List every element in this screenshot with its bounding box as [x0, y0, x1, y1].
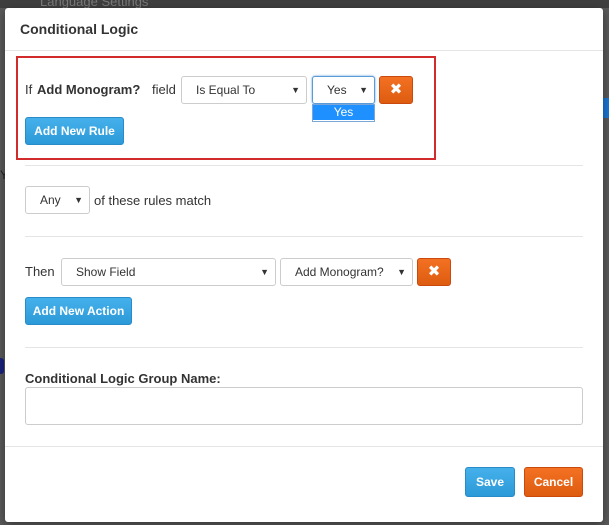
chevron-down-icon: ▼ — [260, 267, 269, 277]
rule-operator-select[interactable]: Is Equal To ▼ — [181, 76, 307, 104]
delete-rule-button[interactable]: ✖ — [379, 76, 413, 104]
match-suffix-text: of these rules match — [94, 193, 212, 208]
group-name-input[interactable] — [25, 387, 583, 425]
action-target-value: Add Monogram? — [295, 265, 384, 279]
rule-field-suffix: field — [152, 82, 176, 97]
rule-value-selected: Yes — [327, 83, 347, 97]
delete-action-button[interactable]: ✖ — [417, 258, 451, 286]
backdrop-left-tab — [0, 358, 4, 374]
rule-value-select[interactable]: Yes ▼ — [312, 76, 375, 104]
group-name-label: Conditional Logic Group Name: — [25, 371, 221, 386]
add-new-action-button[interactable]: Add New Action — [25, 297, 132, 325]
add-new-rule-button[interactable]: Add New Rule — [25, 117, 124, 145]
rule-operator-value: Is Equal To — [196, 83, 256, 97]
action-type-value: Show Field — [76, 265, 136, 279]
divider-1 — [25, 165, 583, 166]
chevron-down-icon: ▼ — [359, 85, 368, 95]
conditional-logic-modal: Conditional Logic If Add Monogram? field… — [5, 8, 603, 522]
save-button[interactable]: Save — [465, 467, 515, 497]
rule-value-dropdown: Yes — [312, 104, 375, 122]
divider-2 — [25, 236, 583, 237]
match-mode-value: Any — [40, 193, 61, 207]
chevron-down-icon: ▼ — [74, 195, 83, 205]
dropdown-option-yes[interactable]: Yes — [313, 105, 374, 120]
action-then-label: Then — [25, 264, 55, 279]
rule-field-name: Add Monogram? — [37, 82, 141, 97]
chevron-down-icon: ▼ — [291, 85, 300, 95]
action-target-select[interactable]: Add Monogram? ▼ — [280, 258, 413, 286]
cancel-button[interactable]: Cancel — [524, 467, 583, 497]
rule-if-label: If — [25, 82, 33, 97]
backdrop-top: Language Settings — [0, 0, 609, 9]
modal-header: Conditional Logic — [5, 8, 603, 51]
close-icon: ✖ — [427, 263, 441, 280]
divider-3 — [25, 347, 583, 348]
chevron-down-icon: ▼ — [397, 267, 406, 277]
backdrop-right-tab — [603, 98, 609, 118]
close-icon: ✖ — [389, 81, 403, 98]
footer-divider — [5, 446, 603, 447]
action-type-select[interactable]: Show Field ▼ — [61, 258, 276, 286]
modal-title: Conditional Logic — [20, 21, 139, 37]
match-mode-select[interactable]: Any ▼ — [25, 186, 90, 214]
